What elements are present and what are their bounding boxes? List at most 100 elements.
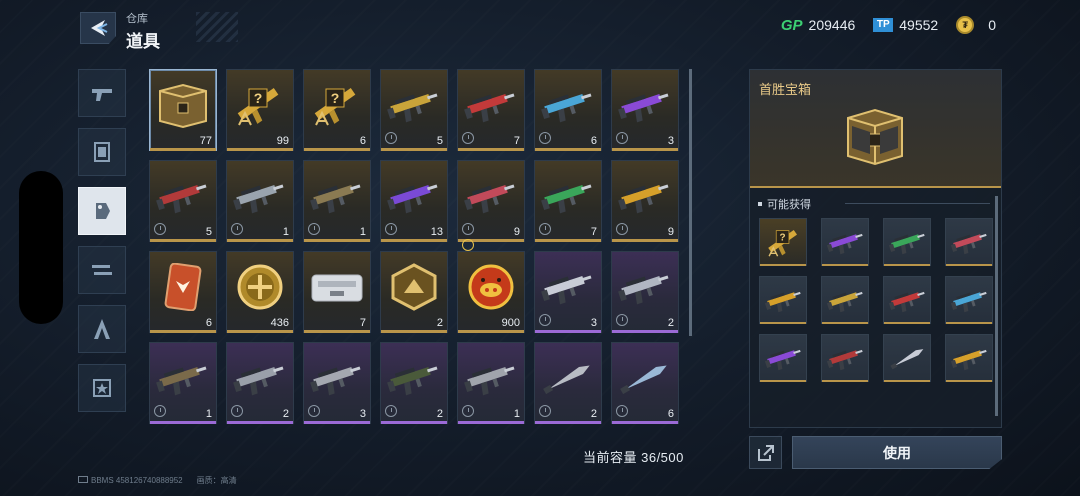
tab-emblem[interactable] [78,364,126,412]
tab-weapons[interactable] [78,69,126,117]
inventory-slot[interactable]: 900 [457,239,525,333]
rewards-header: 可能获得 [758,196,811,212]
inventory-slot[interactable]: 436 [226,251,294,333]
inventory-slot[interactable]: 7 [457,69,525,151]
tab-character[interactable] [78,128,126,176]
reward-slot[interactable] [883,334,931,382]
hex-badge-icon [385,258,443,316]
inventory-slot[interactable]: 2 [226,342,294,424]
inventory-slot[interactable]: 2 [611,251,679,333]
inventory-slot[interactable]: 9 [611,160,679,242]
reward-slot[interactable] [821,218,869,266]
inventory-slot[interactable]: 2 [380,251,448,333]
rarity-bar [884,322,930,324]
inventory-slot[interactable]: 7 [303,251,371,333]
rarity-bar [227,148,293,151]
reward-slot[interactable]: ? [759,218,807,266]
item-quantity: 1 [513,408,520,420]
currency-tp[interactable]: TP 49552 [873,17,938,33]
clock-icon [616,314,628,326]
item-quantity: 1 [205,408,212,420]
rarity-bar [884,264,930,266]
inventory-slot[interactable]: 9 [457,160,525,242]
gp-value: 209446 [808,17,856,33]
clock-icon [385,405,397,417]
inventory-slot[interactable]: 1 [226,160,294,242]
header-decoration [196,12,238,42]
tab-badge[interactable] [78,305,126,353]
item-preview: 首胜宝箱 [750,70,1001,188]
category-tabs [78,69,128,423]
inventory-slot[interactable]: 1 [457,342,525,424]
inventory-slot[interactable]: 2 [380,342,448,424]
footer-quality: 画质：高清 [196,476,237,485]
inventory-slot[interactable]: 6 [149,251,217,333]
item-quantity: 6 [667,408,674,420]
reward-slot[interactable] [821,276,869,324]
tab-decor[interactable] [78,246,126,294]
inventory-slot[interactable]: 5 [149,160,217,242]
gun-icon [231,167,289,225]
inventory-slot[interactable]: 1 [303,160,371,242]
inventory-slot[interactable]: 6 [534,69,602,151]
inventory-slot[interactable]: 3 [303,342,371,424]
reward-slot[interactable] [945,334,993,382]
currency-coin[interactable]: ₮ 0 [956,16,996,34]
share-button[interactable] [749,436,782,469]
inventory-slot[interactable]: 3 [534,251,602,333]
share-icon [757,444,774,461]
inventory-grid: 77? 99? 6 5 7 6 3 5 1 1 13 9 7 9 6 436 7 2 900 3 2 1 2 3 2 1 2 6 [149,69,681,424]
rarity-bar [760,380,806,382]
card-icon [154,258,212,316]
rarity-bar [304,421,370,424]
gun-icon [539,76,597,134]
gun-icon [539,167,597,225]
header-subtitle: 仓库 [126,13,148,25]
panel-scrollbar[interactable] [995,196,998,416]
item-quantity: 6 [205,317,212,329]
use-button[interactable]: 使用 [792,436,1002,469]
clock-icon [154,405,166,417]
tab-items[interactable] [78,187,126,235]
reward-slot[interactable] [883,218,931,266]
inventory-slot[interactable]: 3 [611,69,679,151]
reward-slot[interactable] [759,334,807,382]
inventory-slot[interactable]: 5 [380,69,448,151]
inventory-slot[interactable]: 1 [149,342,217,424]
gun-icon [308,167,366,225]
rarity-bar [304,239,370,242]
reward-slot[interactable] [945,218,993,266]
reward-slot[interactable] [945,276,993,324]
rarity-bar [227,239,293,242]
item-quantity: 3 [667,135,674,147]
rarity-bar [760,264,806,266]
gun-icon [154,167,212,225]
inventory-slot[interactable]: 2 [534,342,602,424]
rarity-bar [381,148,447,151]
item-quantity: 9 [667,226,674,238]
inventory-slot[interactable]: ? 6 [303,69,371,151]
inventory-slot[interactable]: 13 [380,160,448,242]
back-button[interactable] [80,12,116,44]
grid-scrollbar[interactable] [689,69,692,336]
case-icon [308,258,366,316]
reward-slot[interactable] [759,276,807,324]
rarity-bar [150,239,216,242]
currency-gp[interactable]: GP 209446 [781,17,855,34]
footer: BBMS 458126740888952 画质：高清 [78,475,237,486]
rarity-bar [822,322,868,324]
coin-value: 0 [988,17,996,33]
clock-icon [231,405,243,417]
clock-icon [154,223,166,235]
inventory-slot[interactable]: ? 99 [226,69,294,151]
reward-slot[interactable] [883,276,931,324]
reward-slot[interactable] [821,334,869,382]
rarity-bar [458,421,524,424]
inventory-slot[interactable]: 77 [149,69,217,151]
inventory-slot[interactable]: 7 [534,160,602,242]
clock-icon [462,405,474,417]
rarity-bar [946,380,992,382]
inventory-slot[interactable]: 6 [611,342,679,424]
rarity-bar [535,421,601,424]
rarity-bar [535,330,601,333]
